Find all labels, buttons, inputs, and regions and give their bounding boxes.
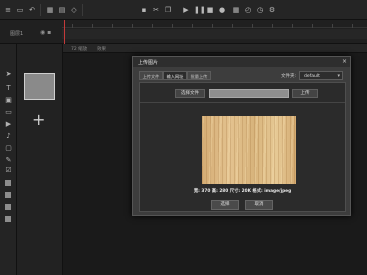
- stop-icon[interactable]: ■: [206, 6, 214, 14]
- folder-label: 文件夹:: [281, 74, 297, 79]
- folder-select[interactable]: default ▾: [299, 71, 343, 80]
- dialog-title: 上传图片: [138, 60, 159, 66]
- layer-name: 图层1: [10, 31, 24, 37]
- settings-icon[interactable]: ⚙: [268, 6, 276, 14]
- wrench-icon[interactable]: ✎: [4, 156, 13, 165]
- undo-icon[interactable]: ↶: [28, 6, 36, 14]
- add-scene-icon[interactable]: +: [32, 112, 45, 128]
- shape-tool-icon[interactable]: ▭: [4, 108, 13, 117]
- upload-button[interactable]: 上传: [292, 89, 318, 98]
- block-icon[interactable]: [5, 204, 11, 210]
- canvas-tabbar: 72 缩放 效果: [63, 44, 367, 53]
- playhead[interactable]: [64, 20, 65, 44]
- dialog-titlebar[interactable]: 上传图片 ×: [133, 57, 350, 67]
- form-icon[interactable]: ☑: [4, 166, 13, 175]
- top-toolbar: ≡ ▭ ↶ ▦ ▤ ◇ ▪ ✂ ❐ ▶ ❚❚ ■ ● ▦ ◴ ◷ ⚙: [0, 0, 367, 20]
- tab-enter-url[interactable]: 输入网址: [163, 71, 187, 80]
- image-info: 宽: 370 高: 280 尺寸: 20K 格式: image/jpeg: [193, 189, 292, 194]
- image-icon[interactable]: ▣: [4, 96, 13, 105]
- timeline-layer-row[interactable]: 图层1 ◉ ▪: [0, 29, 367, 39]
- chevron-down-icon: ▾: [337, 73, 340, 79]
- layer-track[interactable]: [62, 29, 367, 39]
- lock-icon[interactable]: ▪: [140, 6, 148, 14]
- upload-panel: 选择文件 上传 宽: 370 高: 280 尺寸: 20K 格式: image/…: [139, 82, 346, 212]
- scissors-icon[interactable]: ✂: [152, 6, 160, 14]
- tab-upload-file[interactable]: 上传文件: [139, 71, 163, 80]
- record-icon[interactable]: ●: [218, 6, 226, 14]
- block-icon[interactable]: [5, 192, 11, 198]
- select-file-button[interactable]: 选择文件: [175, 89, 205, 98]
- text-icon[interactable]: T: [4, 84, 13, 93]
- timeline-ruler[interactable]: [62, 20, 367, 28]
- grid-small-icon[interactable]: ▦: [232, 6, 240, 14]
- pause-icon[interactable]: ❚❚: [194, 6, 206, 14]
- left-toolbar: ➤ T ▣ ▭ ▶ ♪ ▢ ✎ ☑: [0, 44, 17, 275]
- audio-icon[interactable]: ♪: [4, 132, 13, 141]
- timeline-panel: 图层1 ◉ ▪: [0, 20, 367, 44]
- block-icon[interactable]: [5, 216, 11, 222]
- close-icon[interactable]: ×: [342, 58, 347, 65]
- tab-batch-upload[interactable]: 批量上传: [187, 71, 211, 80]
- timer-icon[interactable]: ◴: [244, 6, 252, 14]
- pointer-icon[interactable]: ➤: [4, 70, 13, 79]
- scene-thumbnail[interactable]: [24, 73, 55, 100]
- file-path-field[interactable]: [209, 89, 289, 98]
- canvas-tab[interactable]: 72 缩放: [71, 46, 87, 52]
- shape-icon[interactable]: ◇: [70, 6, 78, 14]
- play-icon[interactable]: ▶: [182, 6, 190, 14]
- canvas-tab[interactable]: 效果: [97, 46, 106, 52]
- layer-visibility-icon[interactable]: ◉ ▪: [40, 29, 51, 36]
- confirm-button[interactable]: 选择: [211, 200, 239, 210]
- cancel-button[interactable]: 取消: [245, 200, 273, 210]
- grid-icon[interactable]: ▦: [46, 6, 54, 14]
- block-icon[interactable]: [5, 180, 11, 186]
- upload-image-dialog: 上传图片 × 上传文件 输入网址 批量上传 文件夹: default ▾ 选择文…: [132, 56, 351, 216]
- copy-icon[interactable]: ❐: [164, 6, 172, 14]
- menu-icon[interactable]: ≡: [4, 6, 12, 14]
- scene-panel: +: [17, 44, 63, 275]
- toolbar-divider: [82, 4, 83, 16]
- folder-select-value: default: [304, 74, 320, 79]
- file-icon[interactable]: ▭: [16, 6, 24, 14]
- image-preview: [202, 116, 296, 184]
- layers-icon[interactable]: ▤: [58, 6, 66, 14]
- toolbar-divider: [40, 4, 41, 16]
- button-tool-icon[interactable]: ▢: [4, 144, 13, 153]
- video-icon[interactable]: ▶: [4, 120, 13, 129]
- panel-divider: [140, 102, 345, 103]
- clock-icon[interactable]: ◷: [256, 6, 264, 14]
